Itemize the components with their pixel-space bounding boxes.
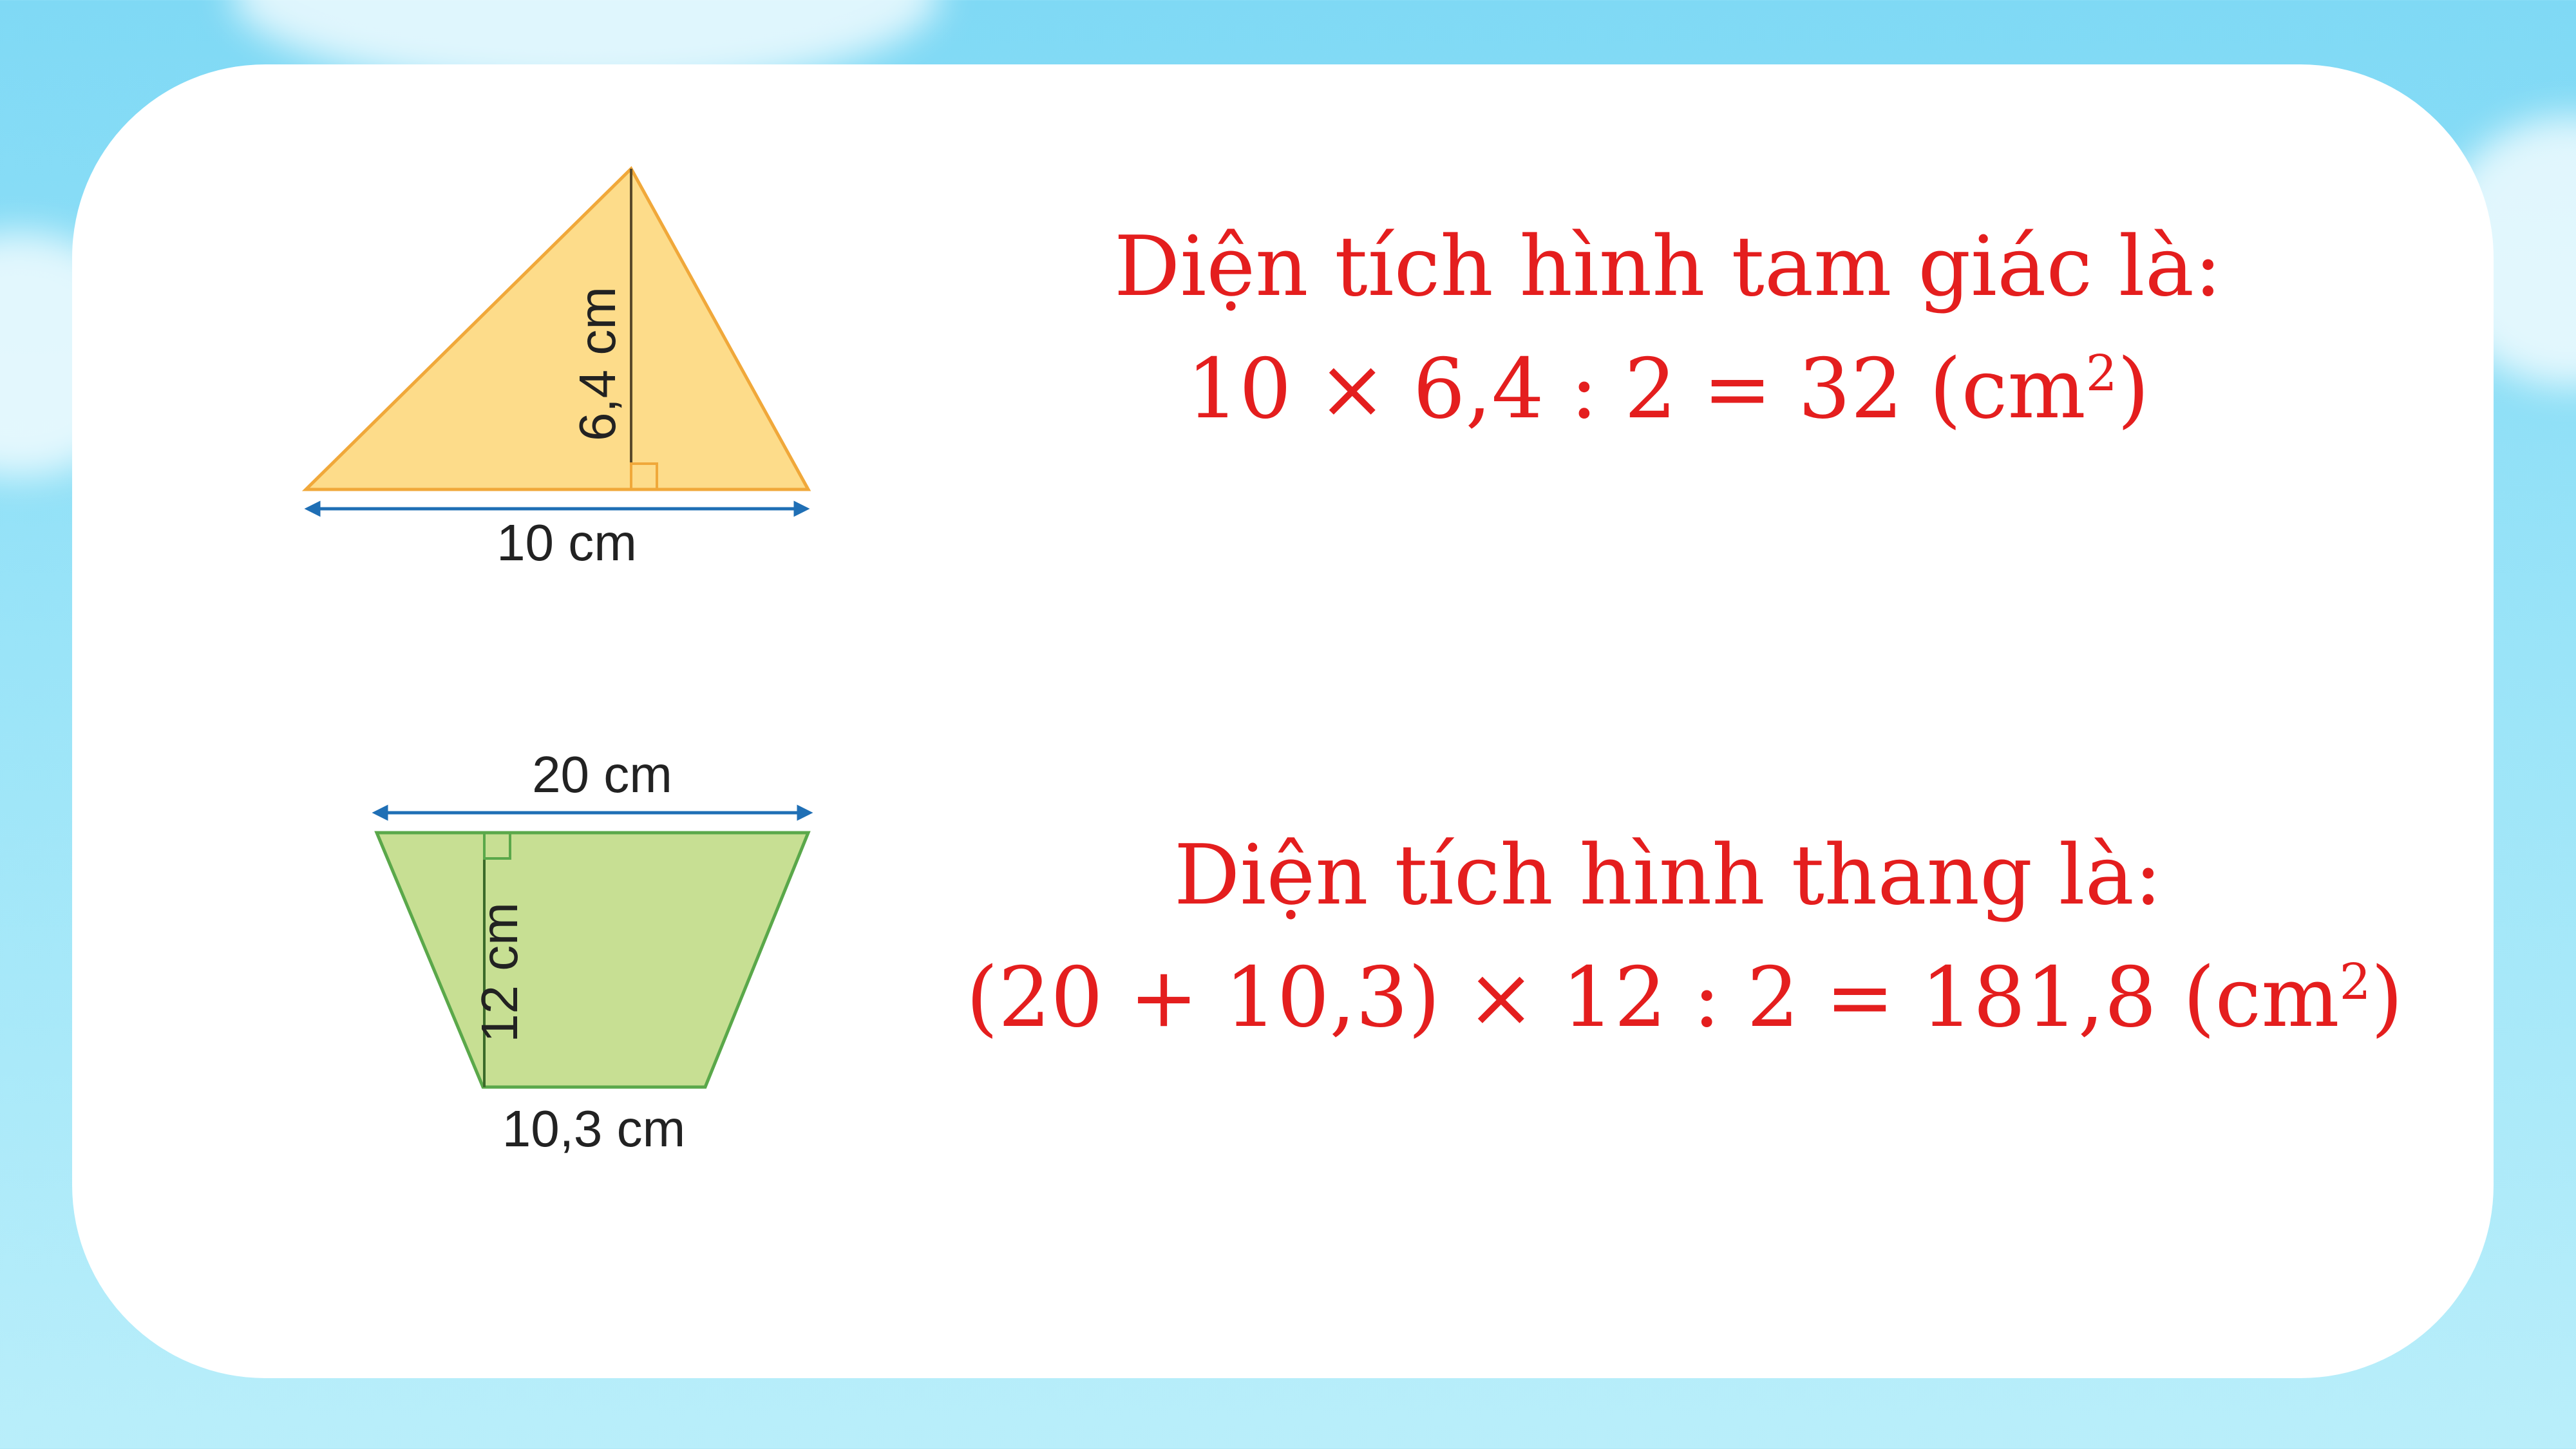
trapezoid-bottom-label: 10,3 cm <box>502 1100 686 1157</box>
triangle-figure: 6,4 cm 10 cm <box>301 166 811 571</box>
unit-power: 2 <box>2339 953 2371 1011</box>
unit-power: 2 <box>2085 345 2117 402</box>
triangle-formula-expression: 10 × 6,4 : 2 = 32 (cm2) <box>1186 341 2150 437</box>
trapezoid-height-label: 12 cm <box>471 902 528 1043</box>
trapezoid-shape <box>374 831 811 1089</box>
trapezoid-formula: Diện tích hình thang là: (20 + 10,3) × 1… <box>966 815 2403 1059</box>
triangle-shape <box>301 166 811 491</box>
trapezoid-formula-expression: (20 + 10,3) × 12 : 2 = 181,8 (cm2) <box>966 950 2403 1046</box>
triangle-formula: Diện tích hình tam giác là: 10 × 6,4 : 2… <box>966 206 2370 451</box>
triangle-formula-heading: Diện tích hình tam giác là: <box>1113 219 2222 315</box>
trapezoid-figure: 20 cm 12 cm 10,3 cm <box>372 746 813 1157</box>
triangle-base-label: 10 cm <box>497 514 637 571</box>
triangle-height-label: 6,4 cm <box>569 287 626 441</box>
trapezoid-formula-heading: Diện tích hình thang là: <box>1173 828 2163 923</box>
trapezoid-top-label: 20 cm <box>532 746 672 803</box>
